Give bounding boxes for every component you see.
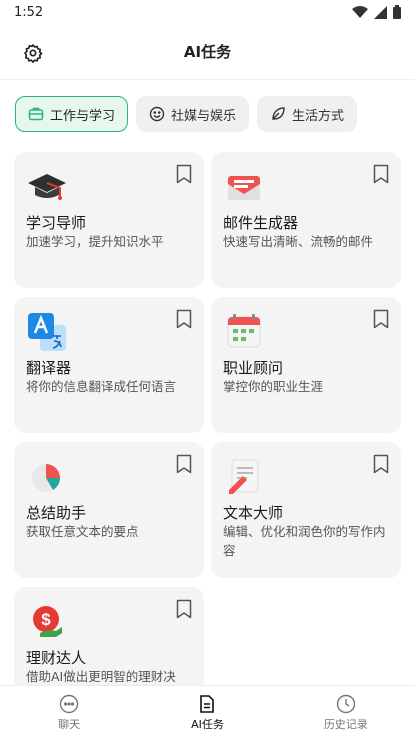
email-icon	[228, 176, 260, 200]
card-desc: 掌控你的职业生涯	[223, 379, 324, 394]
leaf-icon	[270, 106, 286, 122]
signal-icon	[374, 5, 387, 19]
bookmark-icon[interactable]	[373, 164, 389, 184]
bookmark-icon[interactable]	[176, 454, 192, 474]
card-desc: 将你的信息翻译成任何语言	[26, 379, 177, 394]
tab-label: 工作与学习	[50, 108, 116, 124]
nav-chat[interactable]: 聊天	[0, 686, 138, 739]
nav-label: 聊天	[58, 717, 81, 731]
card-desc: 加速学习，提升知识水平	[26, 234, 164, 249]
briefcase-icon	[28, 106, 44, 122]
pie-chart-icon	[32, 464, 60, 492]
card-desc: 快速写出清晰、流畅的邮件	[223, 234, 374, 249]
tab-work-study[interactable]: 工作与学习	[15, 96, 129, 132]
battery-icon	[393, 5, 401, 19]
chat-icon	[59, 694, 79, 713]
bookmark-icon[interactable]	[373, 309, 389, 329]
tab-label: 社媒与娱乐	[171, 108, 237, 124]
card-title: 理财达人	[26, 649, 87, 667]
smiley-icon	[149, 106, 165, 122]
translate-icon	[28, 313, 66, 351]
card-title: 邮件生成器	[223, 214, 299, 232]
card-title: 总结助手	[26, 504, 87, 522]
bottom-nav: 聊天 AI任务 历史记录	[0, 685, 415, 739]
card-title: 学习导师	[26, 214, 87, 232]
task-card-summary-assistant[interactable]: 总结助手 获取任意文本的要点	[14, 442, 204, 578]
task-doc-icon	[200, 694, 215, 713]
status-icons	[352, 5, 401, 19]
bookmark-icon[interactable]	[176, 164, 192, 184]
nav-label: 历史记录	[323, 717, 368, 731]
bookmark-icon[interactable]	[373, 454, 389, 474]
card-desc: 获取任意文本的要点	[26, 524, 139, 539]
status-bar: 1:52	[0, 0, 415, 24]
gear-icon	[24, 43, 43, 63]
nav-history[interactable]: 历史记录	[277, 686, 415, 739]
status-time: 1:52	[14, 4, 44, 20]
tab-lifestyle[interactable]: 生活方式	[257, 96, 358, 132]
task-card-email-generator[interactable]: 邮件生成器 快速写出清晰、流畅的邮件	[211, 152, 401, 288]
card-title: 文本大师	[223, 504, 284, 522]
svg-text:$: $	[41, 610, 51, 629]
task-card-career-advisor[interactable]: 职业顾问 掌控你的职业生涯	[211, 297, 401, 433]
clock-icon	[336, 694, 356, 713]
card-desc: 借助AI做出更明智的理财决	[26, 669, 176, 684]
money-icon: $	[33, 606, 62, 637]
task-card-translator[interactable]: 翻译器 将你的信息翻译成任何语言	[14, 297, 204, 433]
task-grid: 学习导师 加速学习，提升知识水平 邮件生成器 快速写出清晰、流畅的邮件 翻译器 …	[14, 152, 401, 723]
category-tabs: 工作与学习 社媒与娱乐 生活方式	[15, 96, 358, 132]
nav-label: AI任务	[191, 717, 224, 731]
task-card-text-master[interactable]: 文本大师 编辑、优化和润色你的写作内容	[211, 442, 401, 578]
card-desc: 编辑、优化和润色你的写作内容	[223, 524, 386, 558]
settings-button[interactable]	[20, 40, 46, 66]
app-header: AI任务	[0, 24, 415, 80]
calendar-icon	[227, 314, 261, 348]
task-card-study-tutor[interactable]: 学习导师 加速学习，提升知识水平	[14, 152, 204, 288]
card-title: 翻译器	[26, 359, 72, 377]
tab-label: 生活方式	[292, 108, 345, 124]
tab-social-entertainment[interactable]: 社媒与娱乐	[136, 96, 250, 132]
document-edit-icon	[229, 459, 259, 494]
page-title: AI任务	[183, 43, 232, 61]
card-title: 职业顾问	[223, 359, 284, 377]
graduation-cap-icon	[28, 174, 66, 200]
nav-ai-tasks[interactable]: AI任务	[138, 686, 276, 739]
wifi-icon	[352, 6, 368, 18]
bookmark-icon[interactable]	[176, 599, 192, 619]
bookmark-icon[interactable]	[176, 309, 192, 329]
